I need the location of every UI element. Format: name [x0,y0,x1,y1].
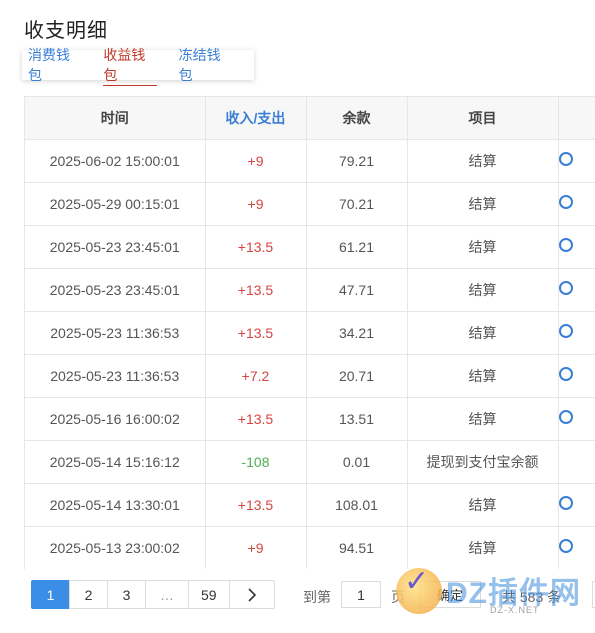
cell-amount: +13.5 [205,483,307,527]
tab-consume-wallet[interactable]: 消费钱包 [28,45,81,85]
table-row: 2025-06-02 15:00:01 +9 79.21 结算 [25,139,595,183]
cell-balance: 34.21 [306,311,408,355]
cell-item: 提现到支付宝余额 [407,440,559,484]
cell-balance: 70.21 [306,182,408,226]
action-circle-icon[interactable] [558,496,573,510]
cell-action[interactable] [558,182,595,226]
goto-label: 到第 [303,589,331,605]
cell-amount: +7.2 [205,354,307,398]
action-circle-icon[interactable] [558,539,573,553]
header-amount[interactable]: 收入/支出 [205,97,307,140]
page-button-3[interactable]: 3 [107,580,146,609]
table-row: 2025-05-14 15:16:12 -108 0.01 提现到支付宝余额 [25,440,595,484]
goto-page-input[interactable] [341,581,381,608]
table-header-row: 时间 收入/支出 余款 项目 [25,97,595,140]
cell-action[interactable] [558,354,595,398]
action-circle-icon[interactable] [558,238,573,252]
cell-time: 2025-05-23 23:45:01 [25,268,206,312]
table-row: 2025-05-13 23:00:02 +9 94.51 结算 [25,526,595,569]
action-circle-icon[interactable] [558,324,573,338]
cell-amount: -108 [205,440,307,484]
header-item: 项目 [407,97,559,140]
header-balance: 余款 [306,97,408,140]
cell-balance: 61.21 [306,225,408,269]
cell-item: 结算 [407,268,559,312]
table-row: 2025-05-23 11:36:53 +13.5 34.21 结算 [25,311,595,355]
cell-amount: +13.5 [205,225,307,269]
cell-action[interactable] [558,397,595,441]
cell-item: 结算 [407,526,559,569]
cell-amount: +9 [205,182,307,226]
cell-balance: 47.71 [306,268,408,312]
cell-action[interactable] [558,268,595,312]
page-button-1[interactable]: 1 [31,580,70,609]
action-circle-icon[interactable] [558,281,573,295]
table-row: 2025-05-14 13:30:01 +13.5 108.01 结算 [25,483,595,527]
cell-balance: 108.01 [306,483,408,527]
action-circle-icon[interactable] [558,367,573,381]
cell-item: 结算 [407,139,559,183]
header-extra [558,97,595,140]
header-time: 时间 [25,97,206,140]
cell-item: 结算 [407,397,559,441]
cell-time: 2025-05-23 11:36:53 [25,354,206,398]
pagination: 1 2 3 … 59 到第 页 确定 共 583 条 [24,577,595,611]
page-buttons: 1 2 3 … 59 [31,580,275,609]
cell-amount: +13.5 [205,268,307,312]
cell-amount: +13.5 [205,397,307,441]
cell-item: 结算 [407,182,559,226]
tab-frozen-wallet[interactable]: 冻结钱包 [179,45,232,85]
cell-action[interactable] [558,311,595,355]
cell-time: 2025-05-23 23:45:01 [25,225,206,269]
cell-balance: 13.51 [306,397,408,441]
cell-item: 结算 [407,311,559,355]
tab-income-wallet[interactable]: 收益钱包 [103,45,157,86]
page-unit-label: 页 [391,589,405,605]
wallet-tabs: 消费钱包 收益钱包 冻结钱包 [22,47,254,86]
table-row: 2025-05-23 23:45:01 +13.5 47.71 结算 [25,268,595,312]
table-row: 2025-05-16 16:00:02 +13.5 13.51 结算 [25,397,595,441]
page-button-2[interactable]: 2 [69,580,108,609]
transactions-table: 时间 收入/支出 余款 项目 2025-06-02 15:00:01 +9 79.2… [24,96,595,569]
cell-action[interactable] [558,483,595,527]
cell-item: 结算 [407,483,559,527]
action-circle-icon[interactable] [558,195,573,209]
cell-amount: +9 [205,526,307,569]
cell-action[interactable] [558,440,595,484]
total-count: 共 583 条 [502,589,562,605]
cell-balance: 94.51 [306,526,408,569]
cell-amount: +9 [205,139,307,183]
cell-time: 2025-05-14 13:30:01 [25,483,206,527]
page-ellipsis: … [145,580,189,609]
cell-item: 结算 [407,225,559,269]
cell-balance: 79.21 [306,139,408,183]
page-title: 收支明细 [24,20,108,42]
cell-balance: 20.71 [306,354,408,398]
cell-action[interactable] [558,139,595,183]
chevron-right-icon [248,587,256,602]
cell-time: 2025-05-14 15:16:12 [25,440,206,484]
cell-time: 2025-05-23 11:36:53 [25,311,206,355]
cell-item: 结算 [407,354,559,398]
page-button-last[interactable]: 59 [188,580,230,609]
action-circle-icon[interactable] [558,152,573,166]
cell-balance: 0.01 [306,440,408,484]
cell-amount: +13.5 [205,311,307,355]
goto-confirm-button[interactable]: 确定 [419,581,481,608]
table-row: 2025-05-23 23:45:01 +13.5 61.21 结算 [25,225,595,269]
cell-time: 2025-05-16 16:00:02 [25,397,206,441]
cell-time: 2025-05-29 00:15:01 [25,182,206,226]
table-row: 2025-05-29 00:15:01 +9 70.21 结算 [25,182,595,226]
cell-time: 2025-06-02 15:00:01 [25,139,206,183]
next-page-button[interactable] [228,580,275,609]
cell-action[interactable] [558,526,595,569]
table-row: 2025-05-23 11:36:53 +7.2 20.71 结算 [25,354,595,398]
action-circle-icon[interactable] [558,410,573,424]
cell-time: 2025-05-13 23:00:02 [25,526,206,569]
cell-action[interactable] [558,225,595,269]
